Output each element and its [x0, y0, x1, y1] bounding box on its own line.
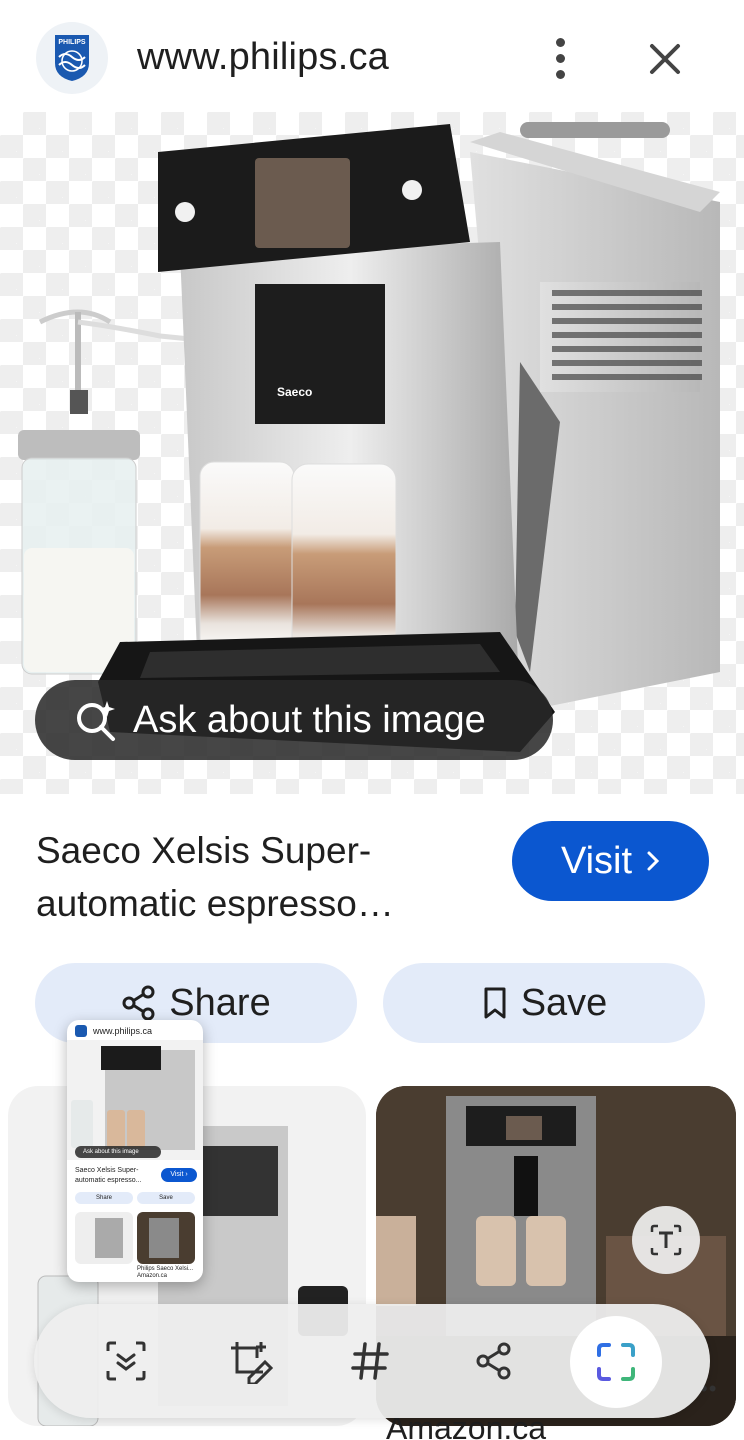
- share-label: Share: [169, 981, 271, 1024]
- thumbnail-ask-label: Ask about this image: [75, 1146, 161, 1158]
- select-icon[interactable]: [98, 1333, 154, 1389]
- share-icon[interactable]: [466, 1333, 522, 1389]
- share-icon: [122, 985, 155, 1021]
- ask-lens-icon: [77, 701, 115, 741]
- edit-crop-icon[interactable]: [222, 1333, 278, 1389]
- thumbnail-url: www.philips.ca: [93, 1026, 153, 1036]
- thumbnail-visit: Visit ›: [161, 1168, 197, 1182]
- save-label: Save: [520, 981, 608, 1024]
- svg-text:Saeco: Saeco: [277, 385, 312, 399]
- visit-label: Visit: [560, 839, 633, 882]
- thumbnail-title: Saeco Xelsis Super-automatic espresso...: [75, 1167, 142, 1184]
- save-button[interactable]: Save: [383, 963, 705, 1043]
- screen-capture-icon[interactable]: [570, 1316, 662, 1408]
- text-scan-button[interactable]: [632, 1206, 700, 1274]
- ask-label: Ask about this image: [133, 698, 486, 741]
- chevron-right-icon: [647, 851, 660, 871]
- text-scan-icon: [650, 1224, 682, 1256]
- thumbnail-caption: Philips Saeco Xelsi... Amazon.ca: [137, 1266, 194, 1279]
- screenshot-thumbnail[interactable]: www.philips.ca Ask about this image Saec…: [67, 1020, 203, 1282]
- screenshot-toolbar: [34, 1304, 710, 1418]
- close-icon[interactable]: [640, 34, 690, 84]
- site-url[interactable]: www.philips.ca: [137, 36, 389, 79]
- thumbnail-save: Save: [137, 1192, 195, 1204]
- svg-text:PHILIPS: PHILIPS: [58, 39, 86, 46]
- bookmark-icon: [484, 987, 506, 1019]
- philips-logo[interactable]: PHILIPS: [36, 22, 108, 94]
- visit-button[interactable]: Visit: [512, 821, 709, 901]
- hashtag-icon[interactable]: [342, 1333, 398, 1389]
- product-title[interactable]: Saeco Xelsis Super-automatic espresso…: [36, 824, 466, 930]
- thumbnail-share: Share: [75, 1192, 133, 1204]
- header: PHILIPS www.philips.ca: [0, 0, 744, 112]
- more-vert-icon[interactable]: [538, 30, 582, 86]
- ask-about-image-button[interactable]: Ask about this image: [35, 680, 553, 760]
